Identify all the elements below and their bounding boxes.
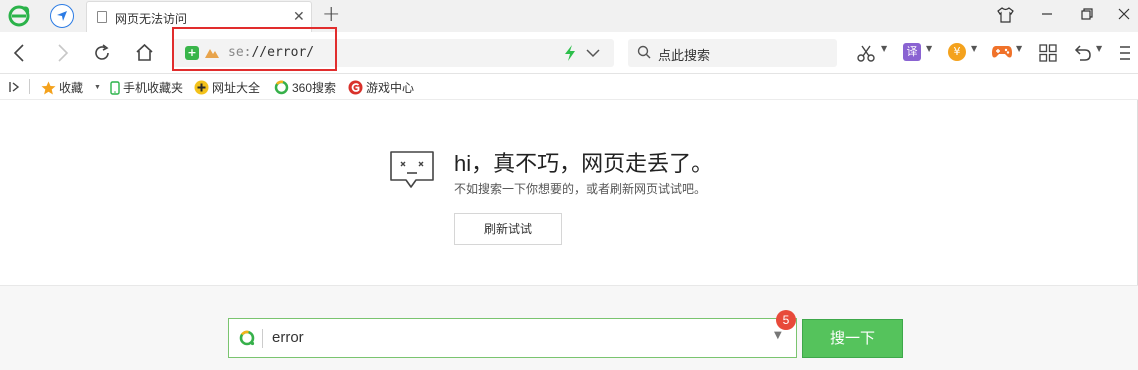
sidebar-toggle-icon[interactable] [9, 81, 21, 93]
plus-circle-icon [194, 80, 209, 95]
tab-close-icon[interactable]: ✕ [293, 9, 305, 25]
toolbar: + se://error/ 点此搜索 ▼ 译 ▼ ¥ ▼ ▼ ▼ [0, 32, 1138, 74]
browser-window: 网页无法访问 ✕ + + se://error/ 点此搜索 ▼ 译 ▼ ¥ ▼ … [0, 0, 1138, 370]
minimize-icon[interactable] [1041, 8, 1053, 20]
bookmark-game-center[interactable]: 游戏中心 [348, 79, 414, 96]
bookmark-label: 360搜索 [292, 81, 337, 95]
footer-search-area: error ▼ 5 搜一下 [0, 285, 1138, 370]
input-separator [262, 329, 263, 348]
undo-caret-icon[interactable]: ▼ [1096, 44, 1102, 53]
360-logo-icon [239, 330, 255, 346]
bookmarks-bar: 收藏 ▼ 手机收藏夹 网址大全 360搜索 游戏中心 [0, 74, 1138, 100]
search-placeholder: 点此搜索 [658, 48, 711, 63]
bookmark-label: 网址大全 [212, 81, 261, 95]
window-close-icon[interactable] [1118, 8, 1130, 20]
error-subtitle: 不如搜索一下你想要的，或者刷新网页试试吧。 [454, 182, 707, 196]
shopping-yen-icon[interactable]: ¥ [948, 43, 966, 61]
notification-badge: 5 [776, 310, 796, 330]
game-caret-icon[interactable]: ▼ [1016, 44, 1022, 53]
page-document-icon [97, 11, 107, 23]
favorites-caret-icon[interactable]: ▼ [94, 84, 101, 91]
reload-icon[interactable] [93, 44, 111, 62]
game-center-icon [348, 80, 363, 95]
bookmarks-divider [29, 79, 30, 94]
360-search-icon [274, 80, 289, 95]
apps-grid-icon[interactable] [1039, 44, 1057, 62]
forward-icon[interactable] [54, 44, 70, 62]
translate-icon[interactable]: 译 [903, 43, 921, 61]
footer-search-button[interactable]: 搜一下 [802, 319, 903, 358]
error-page: hi，真不巧，网页走丢了。 不如搜索一下你想要的，或者刷新网页试试吧。 刷新试试 [0, 100, 1138, 285]
game-controller-icon[interactable] [991, 44, 1013, 60]
footer-search-value[interactable]: error [272, 329, 304, 346]
restore-icon[interactable] [1081, 8, 1093, 20]
new-tab-button[interactable]: + [322, 3, 340, 27]
bookmark-360-search[interactable]: 360搜索 [274, 79, 336, 96]
navigation-compass-icon[interactable] [50, 4, 74, 28]
bookmark-label: 手机收藏夹 [123, 81, 184, 95]
home-icon[interactable] [135, 43, 154, 62]
browser-logo-icon[interactable] [7, 4, 31, 28]
back-icon[interactable] [12, 44, 28, 62]
screenshot-scissors-icon[interactable] [857, 44, 875, 62]
scissors-caret-icon[interactable]: ▼ [881, 44, 887, 53]
bookmark-label: 收藏 [59, 81, 84, 95]
search-icon [637, 45, 651, 59]
tab-title: 网页无法访问 [115, 12, 188, 26]
bookmark-mobile-favorites[interactable]: 手机收藏夹 [110, 79, 183, 96]
bookmark-url-directory[interactable]: 网址大全 [194, 79, 260, 96]
undo-close-tab-icon[interactable] [1073, 44, 1092, 62]
footer-search-dropdown-icon[interactable]: ▼ [774, 330, 782, 341]
search-box[interactable]: 点此搜索 [628, 39, 837, 67]
star-icon [41, 81, 56, 94]
refresh-button[interactable]: 刷新试试 [454, 213, 562, 245]
translate-caret-icon[interactable]: ▼ [926, 44, 932, 53]
speed-mode-bolt-icon[interactable] [564, 45, 576, 61]
phone-icon [110, 80, 120, 95]
error-title: hi，真不巧，网页走丢了。 [454, 151, 714, 176]
tab-strip: 网页无法访问 ✕ + [0, 0, 1138, 32]
address-dropdown-chevron-icon[interactable] [586, 48, 600, 58]
menu-icon[interactable] [1118, 44, 1132, 62]
footer-search-input[interactable]: error ▼ [228, 318, 797, 358]
skin-shirt-icon[interactable] [997, 7, 1014, 23]
yen-caret-icon[interactable]: ▼ [971, 44, 977, 53]
bookmark-favorites[interactable]: 收藏 ▼ [41, 79, 101, 96]
sad-face-message-icon [390, 151, 434, 188]
address-highlight-box [172, 27, 337, 71]
bookmark-label: 游戏中心 [366, 81, 415, 95]
